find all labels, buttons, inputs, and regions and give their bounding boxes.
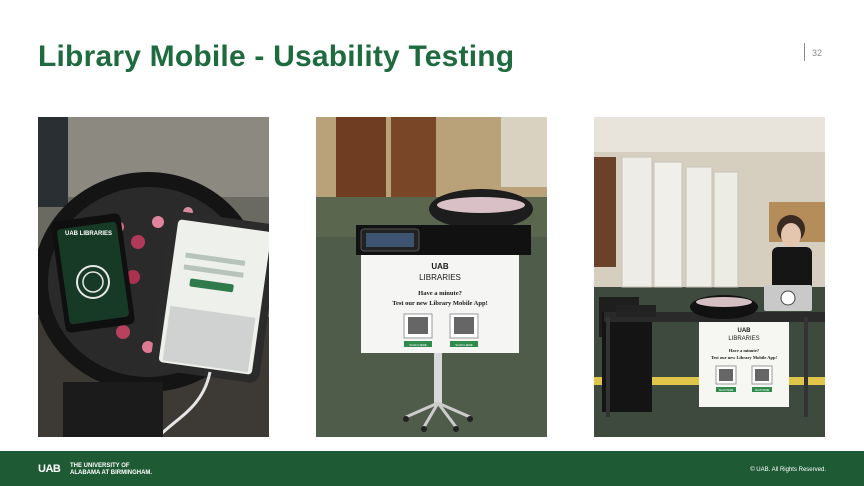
photo2-sign-logo: UAB (431, 262, 449, 271)
footer-bar: UAB THE UNIVERSITY OF ALABAMA AT BIRMING… (0, 451, 864, 486)
photo2-sign-line2: Test our new Library Mobile App! (392, 300, 488, 307)
photo1-brand-text: UAB LIBRARIES (65, 231, 112, 237)
photo2-qr-left-label: SCAN HERE (409, 343, 427, 347)
page-divider (804, 43, 805, 61)
slide-title: Library Mobile - Usability Testing (38, 40, 515, 73)
uab-logo: UAB (38, 463, 61, 475)
photo-bowl-and-devices: UAB LIBRARIES (38, 117, 269, 437)
photo3-sign-line2: Test our new Library Mobile App! (711, 355, 778, 360)
copyright-text: © UAB. All Rights Reserved. (750, 467, 826, 473)
photo2-sign-line1: Have a minute? (418, 290, 462, 297)
photo2-sign-heading: LIBRARIES (419, 273, 461, 282)
page-number: 32 (812, 48, 823, 58)
photo3-qr-right-label: SCAN HERE (755, 389, 770, 392)
institution-name: THE UNIVERSITY OF ALABAMA AT BIRMINGHAM. (70, 463, 190, 476)
photo-rolling-cart-sign: UAB LIBRARIES Have a minute? Test our ne… (316, 117, 547, 437)
photo2-qr-right-label: SCAN HERE (455, 343, 473, 347)
institution-line2: ALABAMA AT BIRMINGHAM. (70, 469, 153, 476)
photo3-sign-heading: LIBRARIES (728, 336, 759, 342)
photo3-sign-line1: Have a minute? (729, 348, 759, 353)
photo3-qr-left-label: SCAN HERE (719, 389, 734, 392)
photo3-sign-logo: UAB (738, 328, 752, 334)
photo-table-sign-person: UAB LIBRARIES Have a minute? Test our ne… (594, 117, 825, 437)
